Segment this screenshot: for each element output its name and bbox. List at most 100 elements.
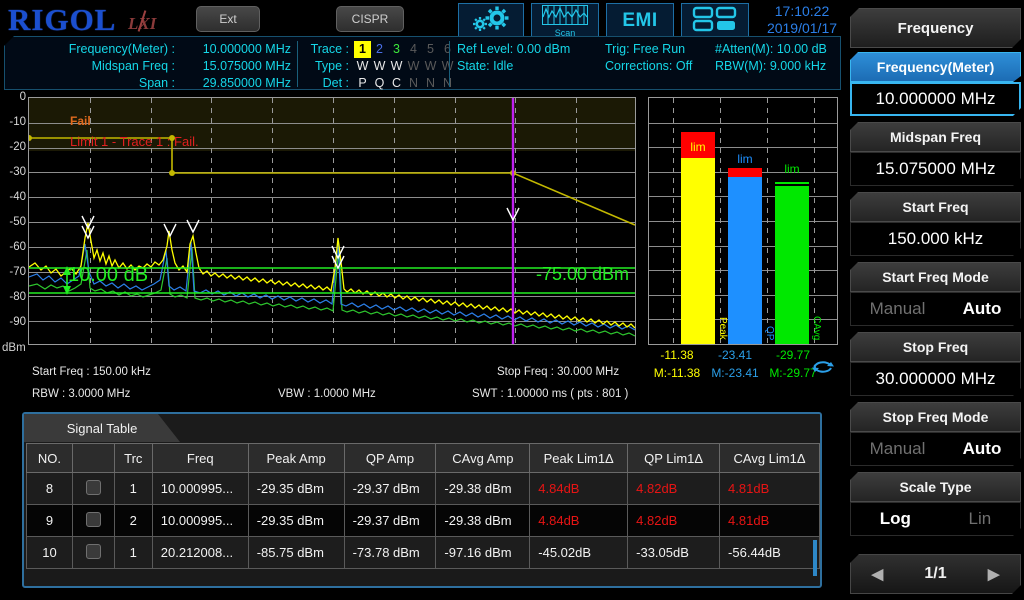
bar-peak: lim Peak	[681, 132, 715, 344]
top-bar: RIGOL LXI Ext CISPR	[0, 0, 845, 40]
tab-signal-table[interactable]: Signal Table	[24, 414, 180, 442]
table-row[interactable]: 9 2 10.000995... -29.35 dBm -29.37 dBm -…	[27, 505, 820, 537]
corrections-text: Corrections: Off	[605, 58, 692, 75]
sidebar-pager: ◀ 1/1 ▶	[850, 554, 1021, 594]
cell-peak-lim: -45.02dB	[530, 537, 628, 569]
start-freq-mode-manual[interactable]: Manual	[870, 299, 926, 319]
gear-icon	[469, 5, 513, 38]
info-label-midspan-freq: Midspan Freq :	[15, 58, 175, 75]
scale-type-log[interactable]: Log	[880, 509, 911, 529]
trace-det-1: P	[354, 75, 371, 92]
cell-cavg-amp: -97.16 dBm	[436, 537, 530, 569]
trace-number-row: Trace : 1 2 3 4 5 6	[305, 41, 456, 58]
next-page-icon[interactable]: ▶	[988, 565, 1000, 583]
scan-icon	[542, 5, 588, 30]
sidebar-value-scale-type[interactable]: Log Lin	[850, 502, 1021, 536]
bar-qp-body	[728, 177, 762, 344]
cell-trc: 2	[114, 505, 152, 537]
prev-page-icon[interactable]: ◀	[872, 565, 884, 583]
cell-cavg-lim: 4.81dB	[720, 473, 820, 505]
refresh-icon[interactable]	[812, 360, 834, 379]
row-checkbox[interactable]	[86, 480, 101, 495]
trace-det-row: Det : P Q C N N N	[305, 75, 456, 92]
column-header-peak-amp[interactable]: Peak Amp	[248, 444, 344, 473]
sidebar-item-frequency-meter[interactable]: Frequency(Meter) 10.000000 MHz	[850, 52, 1021, 116]
cell-cavg-amp: -29.38 dBm	[436, 505, 530, 537]
cell-cavg-lim: 4.81dB	[720, 505, 820, 537]
bar-peak-name: Peak	[717, 317, 728, 340]
emi-button[interactable]: EMI	[606, 3, 674, 39]
cell-select[interactable]	[72, 537, 114, 569]
sidebar-value-start-freq-mode[interactable]: Manual Auto	[850, 292, 1021, 326]
column-header-select[interactable]	[72, 444, 114, 473]
sidebar-value-midspan-freq[interactable]: 15.075000 MHz	[850, 152, 1021, 186]
column-header-no[interactable]: NO.	[27, 444, 73, 473]
sidebar-item-stop-freq-mode[interactable]: Stop Freq Mode Manual Auto	[850, 402, 1021, 466]
trace-number-2[interactable]: 2	[371, 41, 388, 58]
trace-det-6: N	[439, 75, 456, 92]
table-scrollbar[interactable]	[813, 540, 817, 576]
trace-type-1: W	[354, 58, 371, 75]
cell-cavg-amp: -29.38 dBm	[436, 473, 530, 505]
trace-number-4[interactable]: 4	[405, 41, 422, 58]
trace-number-5[interactable]: 5	[422, 41, 439, 58]
layout-button[interactable]	[681, 3, 749, 39]
trace-type-5: W	[422, 58, 439, 75]
bar-qp: lim QP	[728, 168, 762, 344]
cispr-button[interactable]: CISPR	[336, 6, 404, 32]
column-header-freq[interactable]: Freq	[152, 444, 248, 473]
scale-type-lin[interactable]: Lin	[969, 509, 992, 529]
sidebar-item-midspan-freq[interactable]: Midspan Freq 15.075000 MHz	[850, 122, 1021, 186]
bar-meter-panel: lim Peak lim QP lim CAvg	[648, 97, 838, 345]
sidebar-value-start-freq[interactable]: 150.000 kHz	[850, 222, 1021, 256]
row-checkbox[interactable]	[86, 512, 101, 527]
rigol-logo: RIGOL	[8, 2, 116, 38]
stop-freq-mode-manual[interactable]: Manual	[870, 439, 926, 459]
sidebar-item-start-freq[interactable]: Start Freq 150.000 kHz	[850, 192, 1021, 256]
column-header-trc[interactable]: Trc	[114, 444, 152, 473]
trace-number-3[interactable]: 3	[388, 41, 405, 58]
sidebar-value-stop-freq[interactable]: 30.000000 MHz	[850, 362, 1021, 396]
sidebar-item-scale-type[interactable]: Scale Type Log Lin	[850, 472, 1021, 536]
peak-markers	[82, 208, 519, 268]
type-row-label: Type :	[305, 58, 349, 75]
cavg-trace	[29, 246, 635, 336]
info-value-frequency-meter: 10.000000 MHz	[181, 41, 291, 58]
y-tick-4: -40	[0, 191, 26, 203]
cell-select[interactable]	[72, 505, 114, 537]
trace-type-row: Type : W W W W W W	[305, 58, 456, 75]
settings-button[interactable]	[458, 3, 524, 39]
column-header-qp-lim[interactable]: QP Lim1Δ	[628, 444, 720, 473]
table-row[interactable]: 10 1 20.212008... -85.75 dBm -73.78 dBm …	[27, 537, 820, 569]
bar-gridline-h-1	[649, 123, 837, 124]
y-tick-3: -30	[0, 166, 26, 178]
sidebar-item-frequency-title[interactable]: Frequency	[850, 8, 1021, 48]
trace-number-1[interactable]: 1	[354, 41, 371, 58]
y-tick-7: -70	[0, 266, 26, 278]
signal-table-panel: Signal Table NO. Trc Freq Peak Amp QP Am…	[22, 412, 822, 588]
y-tick-0: 0	[0, 91, 26, 103]
cell-no: 10	[27, 537, 73, 569]
sidebar-item-start-freq-mode[interactable]: Start Freq Mode Manual Auto	[850, 262, 1021, 326]
limit-line-trace	[29, 138, 635, 225]
column-header-cavg-lim[interactable]: CAvg Lim1Δ	[720, 444, 820, 473]
info-divider-2	[449, 41, 450, 87]
cell-select[interactable]	[72, 473, 114, 505]
scan-button[interactable]: Scan	[531, 3, 599, 39]
cell-qp-amp: -73.78 dBm	[344, 537, 436, 569]
ext-button[interactable]: Ext	[196, 6, 260, 32]
table-row[interactable]: 8 1 10.000995... -29.35 dBm -29.37 dBm -…	[27, 473, 820, 505]
trace-info-block: Trace : 1 2 3 4 5 6 Type : W W W W W W D…	[305, 41, 456, 92]
column-header-cavg-amp[interactable]: CAvg Amp	[436, 444, 530, 473]
row-checkbox[interactable]	[86, 544, 101, 559]
trace-number-6[interactable]: 6	[439, 41, 456, 58]
stop-freq-mode-auto[interactable]: Auto	[963, 439, 1002, 459]
column-header-qp-amp[interactable]: QP Amp	[344, 444, 436, 473]
start-freq-mode-auto[interactable]: Auto	[963, 299, 1002, 319]
sidebar-value-stop-freq-mode[interactable]: Manual Auto	[850, 432, 1021, 466]
signal-table: NO. Trc Freq Peak Amp QP Amp CAvg Amp Pe…	[26, 443, 820, 569]
sidebar-item-stop-freq[interactable]: Stop Freq 30.000000 MHz	[850, 332, 1021, 396]
bar-cavg-body	[775, 186, 809, 344]
sidebar-value-frequency-meter[interactable]: 10.000000 MHz	[850, 82, 1021, 116]
column-header-peak-lim[interactable]: Peak Lim1Δ	[530, 444, 628, 473]
